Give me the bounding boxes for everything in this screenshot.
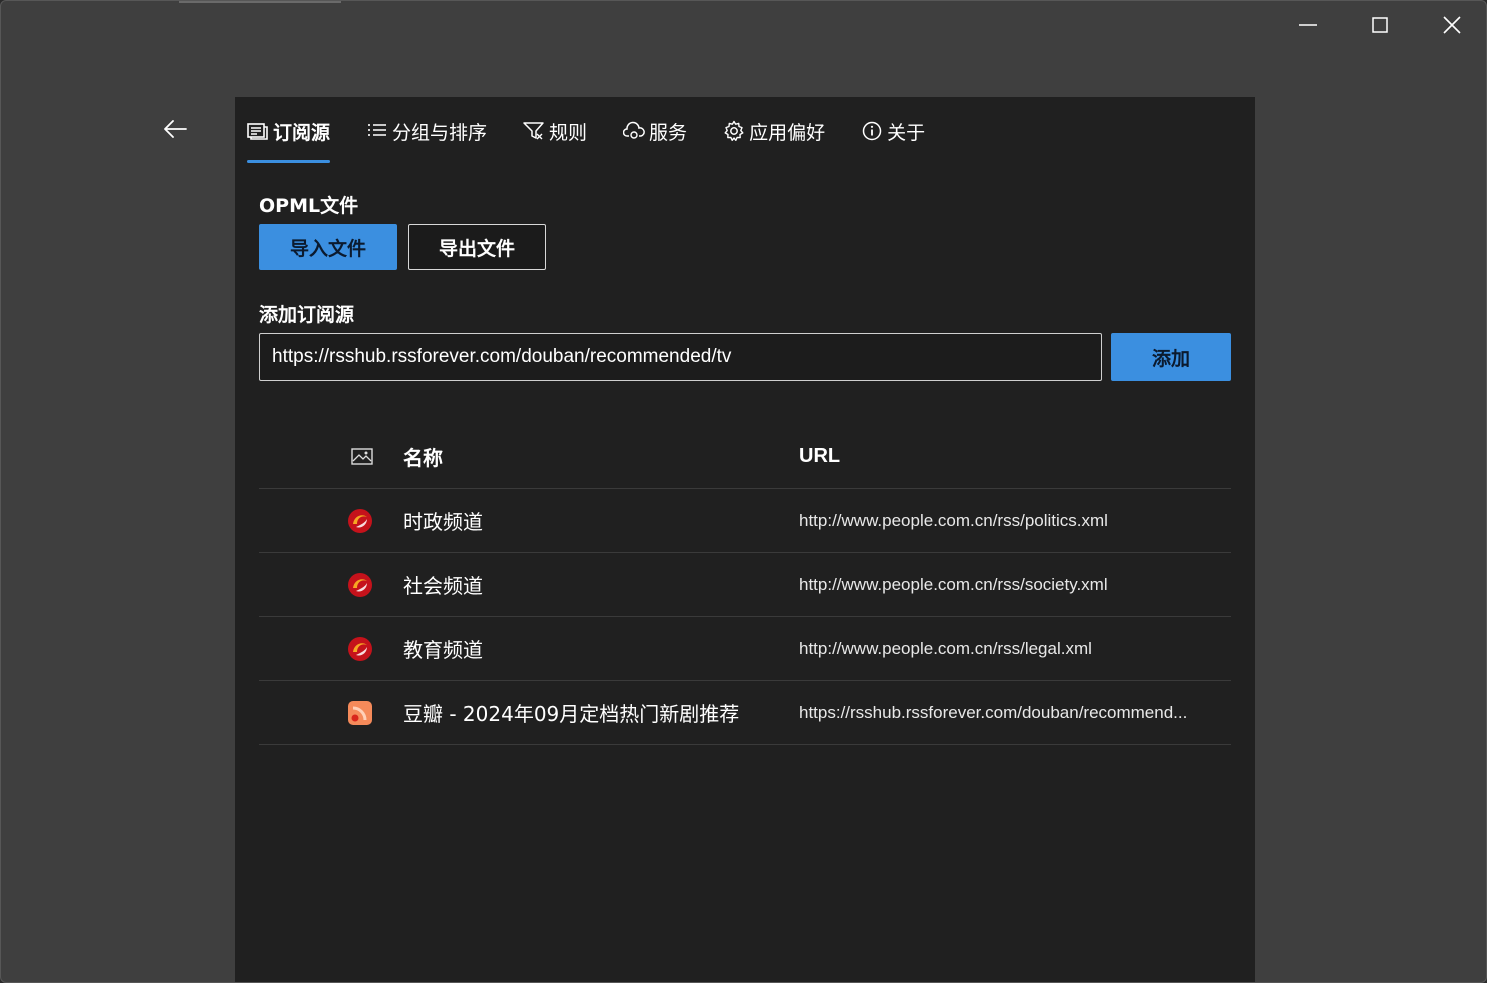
- people-logo-icon: [348, 508, 372, 533]
- tab-label: 应用偏好: [749, 121, 826, 144]
- import-file-button[interactable]: 导入文件: [259, 224, 397, 270]
- minimize-button[interactable]: [1273, 1, 1343, 49]
- feed-name: 时政频道: [403, 510, 483, 534]
- people-logo-icon: [348, 572, 372, 597]
- people-logo-icon: [348, 636, 372, 661]
- tab-bar: 订阅源 分组与排序 规则 服务 应用偏好 关于: [247, 113, 961, 163]
- feed-list-icon: [247, 120, 269, 142]
- column-header-url[interactable]: URL: [799, 445, 1231, 468]
- tab-label: 规则: [549, 121, 588, 144]
- tab-services[interactable]: 服务: [623, 113, 687, 149]
- filter-icon: [523, 120, 545, 142]
- back-button[interactable]: [151, 109, 199, 149]
- feed-url: http://www.people.com.cn/rss/society.xml: [799, 574, 1108, 594]
- add-feed-button[interactable]: 添加: [1111, 333, 1231, 381]
- add-feed-section-title: 添加订阅源: [259, 304, 355, 326]
- tab-feeds[interactable]: 订阅源: [247, 113, 331, 163]
- tab-label: 关于: [887, 121, 926, 144]
- table-row[interactable]: 社会频道 http://www.people.com.cn/rss/societ…: [259, 553, 1231, 617]
- opml-section-title: OPML文件: [259, 195, 359, 217]
- feed-name: 豆瓣 - 2024年09月定档热门新剧推荐: [403, 702, 740, 726]
- tab-about[interactable]: 关于: [861, 113, 925, 149]
- rss-icon: [348, 700, 372, 725]
- settings-panel: 订阅源 分组与排序 规则 服务 应用偏好 关于 OPML文件 导入文件 导出文件…: [235, 97, 1255, 982]
- feed-url: http://www.people.com.cn/rss/legal.xml: [799, 638, 1092, 658]
- image-icon: [351, 447, 373, 465]
- feed-url: https://rsshub.rssforever.com/douban/rec…: [799, 702, 1188, 722]
- back-arrow-icon: [164, 120, 187, 138]
- gear-icon: [723, 120, 745, 142]
- close-button[interactable]: [1417, 1, 1486, 49]
- tab-label: 订阅源: [273, 121, 331, 144]
- table-row[interactable]: 教育频道 http://www.people.com.cn/rss/legal.…: [259, 617, 1231, 681]
- feed-url: http://www.people.com.cn/rss/politics.xm…: [799, 510, 1108, 530]
- close-icon: [1443, 16, 1461, 34]
- feed-url-input[interactable]: [259, 333, 1102, 381]
- app-window: 订阅源 分组与排序 规则 服务 应用偏好 关于 OPML文件 导入文件 导出文件…: [0, 0, 1487, 983]
- maximize-button[interactable]: [1345, 1, 1415, 49]
- table-header: 名称 URL: [259, 425, 1231, 489]
- feed-name: 教育频道: [403, 638, 483, 662]
- tab-groups[interactable]: 分组与排序: [366, 113, 487, 149]
- maximize-icon: [1372, 17, 1388, 33]
- export-file-button[interactable]: 导出文件: [408, 224, 546, 270]
- tab-label: 分组与排序: [392, 121, 488, 144]
- feed-table: 名称 URL 时政频道 http://www.people.com.cn/rss…: [259, 425, 1231, 745]
- list-icon: [366, 120, 388, 142]
- table-row[interactable]: 豆瓣 - 2024年09月定档热门新剧推荐 https://rsshub.rss…: [259, 681, 1231, 745]
- minimize-icon: [1299, 24, 1317, 26]
- info-icon: [861, 120, 883, 142]
- table-row[interactable]: 时政频道 http://www.people.com.cn/rss/politi…: [259, 489, 1231, 553]
- tab-preferences[interactable]: 应用偏好: [723, 113, 825, 149]
- tab-rules[interactable]: 规则: [523, 113, 587, 149]
- titlebar-tab-strip: [179, 1, 341, 3]
- column-header-name[interactable]: 名称: [403, 442, 799, 471]
- feed-name: 社会频道: [403, 574, 483, 598]
- cloud-sync-icon: [623, 120, 645, 142]
- tab-label: 服务: [649, 121, 688, 144]
